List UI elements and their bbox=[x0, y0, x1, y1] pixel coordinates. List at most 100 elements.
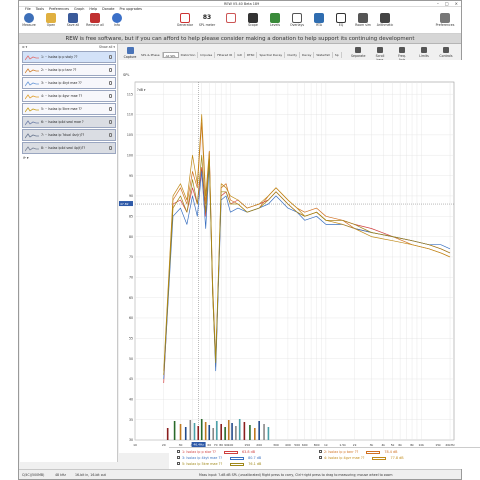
measurement-name: 1: ·· Isolax ip p stoly ?? bbox=[41, 55, 78, 59]
legend-entry[interactable]: 2: Isolax ip p tanr ?? 78.4 dB bbox=[319, 450, 397, 454]
modal-bar bbox=[212, 428, 215, 440]
y-tick-label: 35 bbox=[129, 418, 133, 422]
measurement-item[interactable]: 2: ·· Isolax ip p tanr ?? bbox=[22, 64, 116, 76]
y-tick-label: 100 bbox=[127, 153, 133, 157]
generator-button[interactable]: Generator bbox=[175, 13, 195, 28]
modal-bar bbox=[166, 428, 169, 440]
generator2-button[interactable] bbox=[221, 13, 241, 23]
spl-graph[interactable]: 115 110 105 100 95 90 85 80 75 70 65 60 55 50 45 40 35 30… bbox=[119, 60, 464, 453]
legend-entry[interactable]: 3: Isolax ip 4kyt mae ?? 80.7 dB bbox=[177, 456, 261, 460]
lock-icon[interactable] bbox=[109, 81, 112, 85]
modal-bar bbox=[267, 427, 270, 440]
x-tick-label: 10 bbox=[133, 443, 137, 447]
lock-icon[interactable] bbox=[109, 68, 112, 72]
tab-clarity[interactable]: Clarity bbox=[285, 52, 300, 58]
legend-value: 63.8 dB bbox=[241, 450, 256, 454]
y-tick-label: 40 bbox=[129, 398, 133, 402]
lock-icon[interactable] bbox=[109, 55, 112, 59]
y-tick-label: 75 bbox=[129, 255, 133, 259]
lock-icon[interactable] bbox=[109, 133, 112, 137]
remove-all-button[interactable]: Remove all bbox=[85, 13, 105, 28]
measure-label: Measure bbox=[22, 23, 36, 27]
scope-label: Scope bbox=[248, 23, 258, 27]
sort-control[interactable]: ⊗ ▾ bbox=[22, 45, 27, 49]
panel-footer[interactable]: ⟳ ▾ bbox=[23, 156, 29, 160]
y-tick-label: 85 bbox=[129, 214, 133, 218]
spl-meter-button[interactable]: 83 SPL meter bbox=[197, 13, 217, 28]
tab-spectral-decay[interactable]: Spectral Decay bbox=[257, 52, 286, 58]
measurement-item[interactable]: 5: ·· Isolax ip 5kre mae ?? bbox=[22, 103, 116, 115]
arithmetic-button[interactable]: Arithmetic bbox=[375, 13, 395, 28]
lock-icon[interactable] bbox=[109, 107, 112, 111]
maximize-button[interactable]: □ bbox=[445, 1, 449, 6]
legend-name: 1: Isolax ip p stor ?? bbox=[182, 450, 216, 454]
legend-entry[interactable]: 1: Isolax ip p stor ?? 63.8 dB bbox=[177, 450, 255, 454]
modal-bar bbox=[216, 421, 218, 440]
y-tick-label: 65 bbox=[129, 296, 133, 300]
modal-bar bbox=[254, 428, 256, 440]
minimize-button[interactable]: – bbox=[437, 1, 439, 6]
rta-button[interactable]: RTA bbox=[309, 13, 329, 28]
measurement-item[interactable]: 1: ·· Isolax ip p stoly ?? bbox=[22, 51, 116, 63]
lock-icon[interactable] bbox=[109, 120, 112, 124]
legend-checkbox[interactable] bbox=[319, 450, 322, 453]
overlays-button[interactable]: Overlays bbox=[287, 13, 307, 28]
spl-plot-svg[interactable]: 115 110 105 100 95 90 85 80 75 70 65 60 55 50 45 40 35 30… bbox=[119, 60, 464, 453]
main-toolbar: Measure Open Save all Remove all Info Ge… bbox=[19, 12, 461, 34]
modal-bar bbox=[184, 427, 187, 440]
eq-button[interactable]: EQ bbox=[331, 13, 351, 28]
legend-checkbox[interactable] bbox=[177, 462, 180, 465]
legend-checkbox[interactable] bbox=[177, 450, 180, 453]
open-button[interactable]: Open bbox=[41, 13, 61, 28]
modal-bar bbox=[204, 422, 207, 440]
measurement-item[interactable]: 3: ·· Isolax ip 4kyt mae ?? bbox=[22, 77, 116, 89]
modal-bar bbox=[231, 423, 233, 440]
modal-bar bbox=[208, 425, 211, 440]
donate-banner[interactable]: REW is free software, but if you can aff… bbox=[19, 34, 461, 44]
measure-button[interactable]: Measure bbox=[19, 13, 39, 28]
scope-button[interactable]: Scope bbox=[243, 13, 263, 28]
legend-entry[interactable]: 5: Isolax ip 5kre mae ?? 76.1 dB bbox=[177, 462, 261, 466]
app-window: REW V5.40 Beta 189 – □ × File Tools Pref… bbox=[18, 0, 480, 480]
tab-filtered-ir[interactable]: Filtered IR bbox=[215, 52, 236, 58]
measurement-thumbnail bbox=[25, 120, 39, 126]
tab-waterfall[interactable]: Waterfall bbox=[314, 52, 333, 58]
tab-gd[interactable]: GD bbox=[235, 52, 245, 58]
remove-icon bbox=[90, 13, 100, 23]
y-tick-label: 95 bbox=[129, 174, 133, 178]
measurement-item[interactable]: 4: ·· Isolax ip 4gvr mae ?? bbox=[22, 90, 116, 102]
tab-rt60[interactable]: RT60 bbox=[245, 52, 258, 58]
measurement-item[interactable]: 7: ·· Isolax ip ?dual 4sr(r)?? bbox=[22, 129, 116, 141]
legend-checkbox[interactable] bbox=[177, 456, 180, 459]
measurement-name: 4: ·· Isolax ip 4gvr mae ?? bbox=[41, 94, 83, 98]
legend-entry[interactable]: 4: Isolax ip 4gvr mae ?? 77.8 dB bbox=[319, 456, 404, 460]
show-all-select[interactable]: Show all ▾ bbox=[99, 45, 115, 49]
measurement-name: 3: ·· Isolax ip 4kyt mae ?? bbox=[41, 81, 82, 85]
room-sim-button[interactable]: Room sim bbox=[353, 13, 373, 28]
tab-decay[interactable]: Decay bbox=[300, 52, 315, 58]
y-tick-label: 90 bbox=[129, 194, 133, 198]
legend-value: 78.4 dB bbox=[384, 450, 398, 454]
tab-all-spl[interactable]: All SPL bbox=[162, 52, 179, 58]
lock-icon[interactable] bbox=[109, 146, 112, 150]
separate-label: Separate bbox=[351, 54, 366, 58]
measurement-item[interactable]: 6: ·· Isolax ip4d seal mae ? bbox=[22, 116, 116, 128]
levels-button[interactable]: Levels bbox=[265, 13, 285, 28]
close-button[interactable]: × bbox=[455, 1, 458, 6]
axis-icon bbox=[399, 47, 405, 53]
sine-icon bbox=[226, 13, 236, 23]
legend-swatch bbox=[223, 450, 238, 454]
measurement-item[interactable]: 8: ·· Isolax ip4d seal 4p(t)?? bbox=[22, 142, 116, 154]
save-all-button[interactable]: Save all bbox=[63, 13, 83, 28]
tab-more[interactable]: Sp bbox=[333, 52, 342, 58]
lock-icon[interactable] bbox=[109, 94, 112, 98]
tab-spl-phase[interactable]: SPL & Phase bbox=[139, 52, 163, 58]
preferences-button[interactable]: Preferences bbox=[435, 13, 455, 28]
controls-icon bbox=[443, 47, 449, 53]
legend-checkbox[interactable] bbox=[319, 456, 322, 459]
tab-distortion[interactable]: Distortion bbox=[179, 52, 199, 58]
y-tick-label: 115 bbox=[127, 92, 133, 96]
tab-impulse[interactable]: Impulse bbox=[198, 52, 216, 58]
info-button[interactable]: Info bbox=[107, 13, 127, 28]
capture-button[interactable]: Capture bbox=[121, 46, 139, 59]
